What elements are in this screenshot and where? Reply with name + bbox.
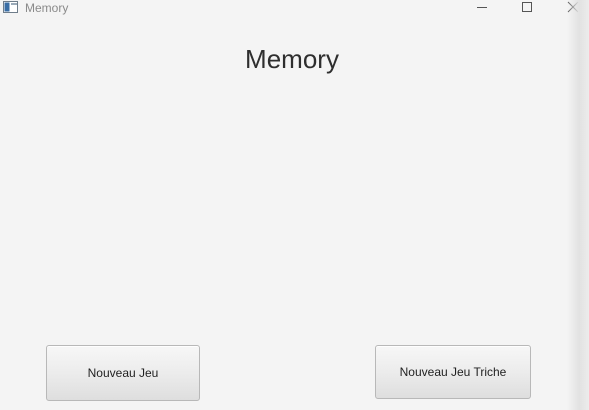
page-title: Memory <box>245 44 339 74</box>
new-game-cheat-button-label: Nouveau Jeu Triche <box>399 365 507 379</box>
new-game-button[interactable]: Nouveau Jeu <box>46 345 200 401</box>
title-bar[interactable]: Memory <box>0 0 589 16</box>
window-edge-shadow <box>567 0 589 410</box>
app-window: Memory Memory Nouveau Jeu Nouveau Jeu Tr… <box>0 0 589 410</box>
app-window-icon <box>3 1 19 14</box>
maximize-icon[interactable] <box>519 0 535 16</box>
minimize-icon[interactable] <box>474 0 490 16</box>
new-game-cheat-button[interactable]: Nouveau Jeu Triche <box>375 345 531 399</box>
window-title: Memory <box>25 1 69 15</box>
new-game-button-label: Nouveau Jeu <box>87 366 159 380</box>
